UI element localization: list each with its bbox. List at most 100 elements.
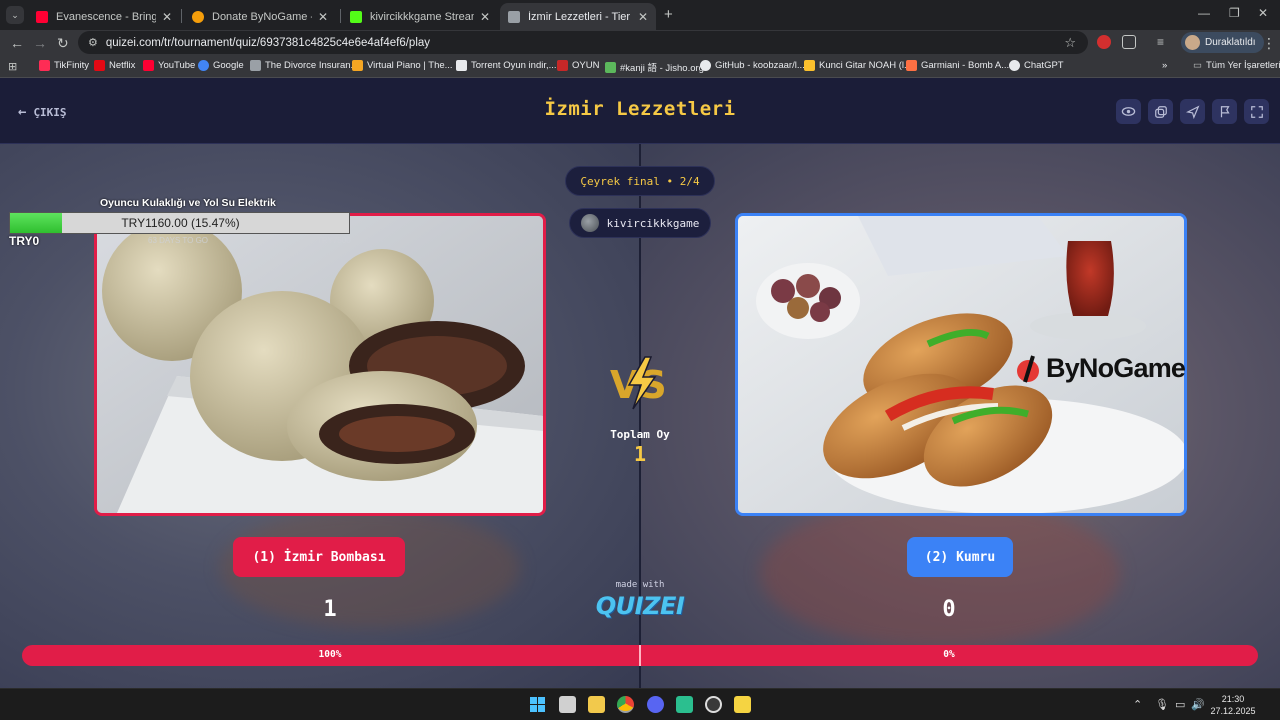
github-icon: [700, 60, 711, 71]
bookmark-item[interactable]: Garmiani - Bomb A...: [906, 60, 1009, 71]
bookmark-item[interactable]: Virtual Piano | The...: [352, 60, 453, 71]
vote-button-kumru[interactable]: (2) Kumru: [907, 537, 1013, 577]
browser-tab-1[interactable]: Evanescence - Bring Me To Life ✕: [28, 3, 180, 30]
left-vote-score: 1: [323, 597, 337, 622]
file-explorer-icon[interactable]: [588, 696, 605, 713]
bookmark-item[interactable]: GitHub - koobzaar/l...: [700, 60, 805, 71]
bookmark-item[interactable]: ChatGPT: [1009, 60, 1064, 71]
extension-icon[interactable]: [1097, 35, 1111, 49]
bookmark-item[interactable]: OYUN: [557, 60, 599, 71]
quiz-page: ← ÇIKIŞ İzmir Lezzetleri Çeyrek final • …: [0, 78, 1280, 688]
profile-status: Duraklatıldı: [1205, 37, 1256, 48]
site-info-icon[interactable]: ⚙: [88, 36, 98, 49]
bookmark-label: Virtual Piano | The...: [367, 60, 453, 71]
username: kivircikkkgame: [606, 216, 700, 230]
bookmark-star-icon[interactable]: ☆: [1064, 35, 1076, 51]
bookmarks-overflow-button[interactable]: »: [1162, 60, 1167, 71]
vote-share-bar: 100% 0%: [22, 645, 1258, 666]
close-tab-icon[interactable]: ✕: [480, 10, 490, 24]
close-tab-icon[interactable]: ✕: [162, 10, 172, 24]
donation-progress-text: TRY1160.00 (15.47%): [121, 216, 240, 230]
apps-grid-icon[interactable]: ⊞: [8, 60, 17, 73]
chevron-up-icon[interactable]: ⌃: [1133, 698, 1142, 711]
bookmark-favicon-icon: [250, 60, 261, 71]
view-button[interactable]: [1116, 99, 1141, 124]
discord-icon[interactable]: [647, 696, 664, 713]
fullscreen-button[interactable]: [1244, 99, 1269, 124]
donation-days-left: 63 DAYS TO GO: [148, 236, 209, 245]
tab-search-button[interactable]: ⌄: [6, 6, 24, 24]
browser-tab-4-active[interactable]: İzmir Lezzetleri - Tier List, Kör S ✕: [500, 3, 656, 30]
taskbar-clock[interactable]: 21:30 27.12.2025: [1208, 693, 1258, 717]
eye-icon: [1121, 107, 1136, 116]
clock-time: 21:30: [1221, 694, 1245, 704]
bookmark-item[interactable]: Kunci Gitar NOAH (l...: [804, 60, 912, 71]
forward-icon[interactable]: →: [33, 34, 47, 52]
round-badge: Çeyrek final • 2/4: [565, 166, 715, 196]
vote-button-izmir-bombasi[interactable]: (1) İzmir Bombası: [233, 537, 405, 577]
all-bookmarks-folder[interactable]: ▭ Tüm Yer İşaretleri: [1193, 60, 1280, 71]
microphone-icon[interactable]: 🎙: [1155, 698, 1169, 711]
bookmark-item[interactable]: YouTube: [143, 60, 195, 71]
share-button[interactable]: [1180, 99, 1205, 124]
right-vote-score: 0: [942, 597, 956, 622]
address-bar[interactable]: ⚙ quizei.com/tr/tournament/quiz/6937381c…: [78, 31, 1088, 54]
reload-icon[interactable]: ↻: [57, 34, 69, 52]
fullscreen-icon: [1250, 105, 1263, 118]
back-icon[interactable]: ←: [10, 34, 24, 52]
total-votes-count: 1: [633, 442, 647, 466]
network-icon[interactable]: ▭: [1175, 698, 1185, 711]
report-button[interactable]: [1212, 99, 1237, 124]
flag-icon: [1220, 105, 1230, 117]
bookmark-favicon-icon: [94, 60, 105, 71]
folder-icon: ▭: [1193, 60, 1202, 71]
bookmark-item[interactable]: Torrent Oyun indir,...: [456, 60, 557, 71]
minimize-icon[interactable]: —: [1198, 6, 1210, 20]
url-text: quizei.com/tr/tournament/quiz/6937381c48…: [105, 36, 431, 49]
notes-icon[interactable]: [734, 696, 751, 713]
chrome-icon[interactable]: [617, 696, 634, 713]
donation-goal-max: TRY7500: [317, 236, 351, 245]
extensions-puzzle-icon[interactable]: [1122, 35, 1136, 49]
user-badge: kivircikkkgame: [569, 208, 711, 238]
bookmark-favicon-icon: [804, 60, 815, 71]
task-view-icon[interactable]: [559, 696, 576, 713]
new-tab-button[interactable]: +: [664, 6, 673, 23]
volume-icon[interactable]: 🔊: [1191, 698, 1205, 711]
close-tab-icon[interactable]: ✕: [638, 10, 648, 24]
quizei-logo[interactable]: QUIZEI: [590, 592, 690, 620]
tab-title: İzmir Lezzetleri - Tier List, Kör S: [528, 10, 632, 23]
donation-progress-bar: TRY1160.00 (15.47%): [9, 212, 350, 234]
app-icon[interactable]: [676, 696, 693, 713]
bookmark-label: Garmiani - Bomb A...: [921, 60, 1010, 71]
bookmark-favicon-icon: [198, 60, 209, 71]
close-tab-icon[interactable]: ✕: [318, 10, 328, 24]
bookmark-item[interactable]: TikFinity: [39, 60, 89, 71]
bookmark-item[interactable]: The Divorce Insuran...: [250, 60, 358, 71]
bookmark-label: The Divorce Insuran...: [265, 60, 359, 71]
browser-tab-3[interactable]: kivircikkkgame Stream - Watch ✕: [342, 3, 498, 30]
bookmark-label: ChatGPT: [1024, 60, 1064, 71]
profile-button[interactable]: Duraklatıldı: [1181, 32, 1264, 53]
quizei-icon: [508, 10, 520, 23]
bynogame-watermark: ByNoGame: [1015, 353, 1186, 384]
menu-kebab-icon[interactable]: ⋮: [1262, 34, 1276, 52]
windows-start-icon[interactable]: [529, 696, 546, 713]
browser-tab-2[interactable]: Donate ByNoGame - Streamer ✕: [184, 3, 336, 30]
close-window-icon[interactable]: ✕: [1258, 6, 1268, 20]
bookmark-item[interactable]: #kanji 語 - Jisho.org: [605, 60, 704, 74]
vs-lightning-icon: VS: [610, 356, 667, 410]
bookmark-label: GitHub - koobzaar/l...: [715, 60, 805, 71]
reading-list-icon[interactable]: ≡: [1157, 35, 1171, 49]
bookmark-item[interactable]: Netflix: [94, 60, 135, 71]
bookmark-favicon-icon: [906, 60, 917, 71]
donation-min-label: TRY0: [9, 234, 40, 248]
clock-date: 27.12.2025: [1210, 706, 1256, 716]
obs-icon[interactable]: [705, 696, 722, 713]
choice-card-left[interactable]: [94, 213, 546, 516]
copy-button[interactable]: [1148, 99, 1173, 124]
bookmark-item[interactable]: Google: [198, 60, 244, 71]
restore-icon[interactable]: ❐: [1229, 6, 1240, 20]
bynogame-icon: [192, 10, 204, 23]
chatgpt-icon: [1009, 60, 1020, 71]
